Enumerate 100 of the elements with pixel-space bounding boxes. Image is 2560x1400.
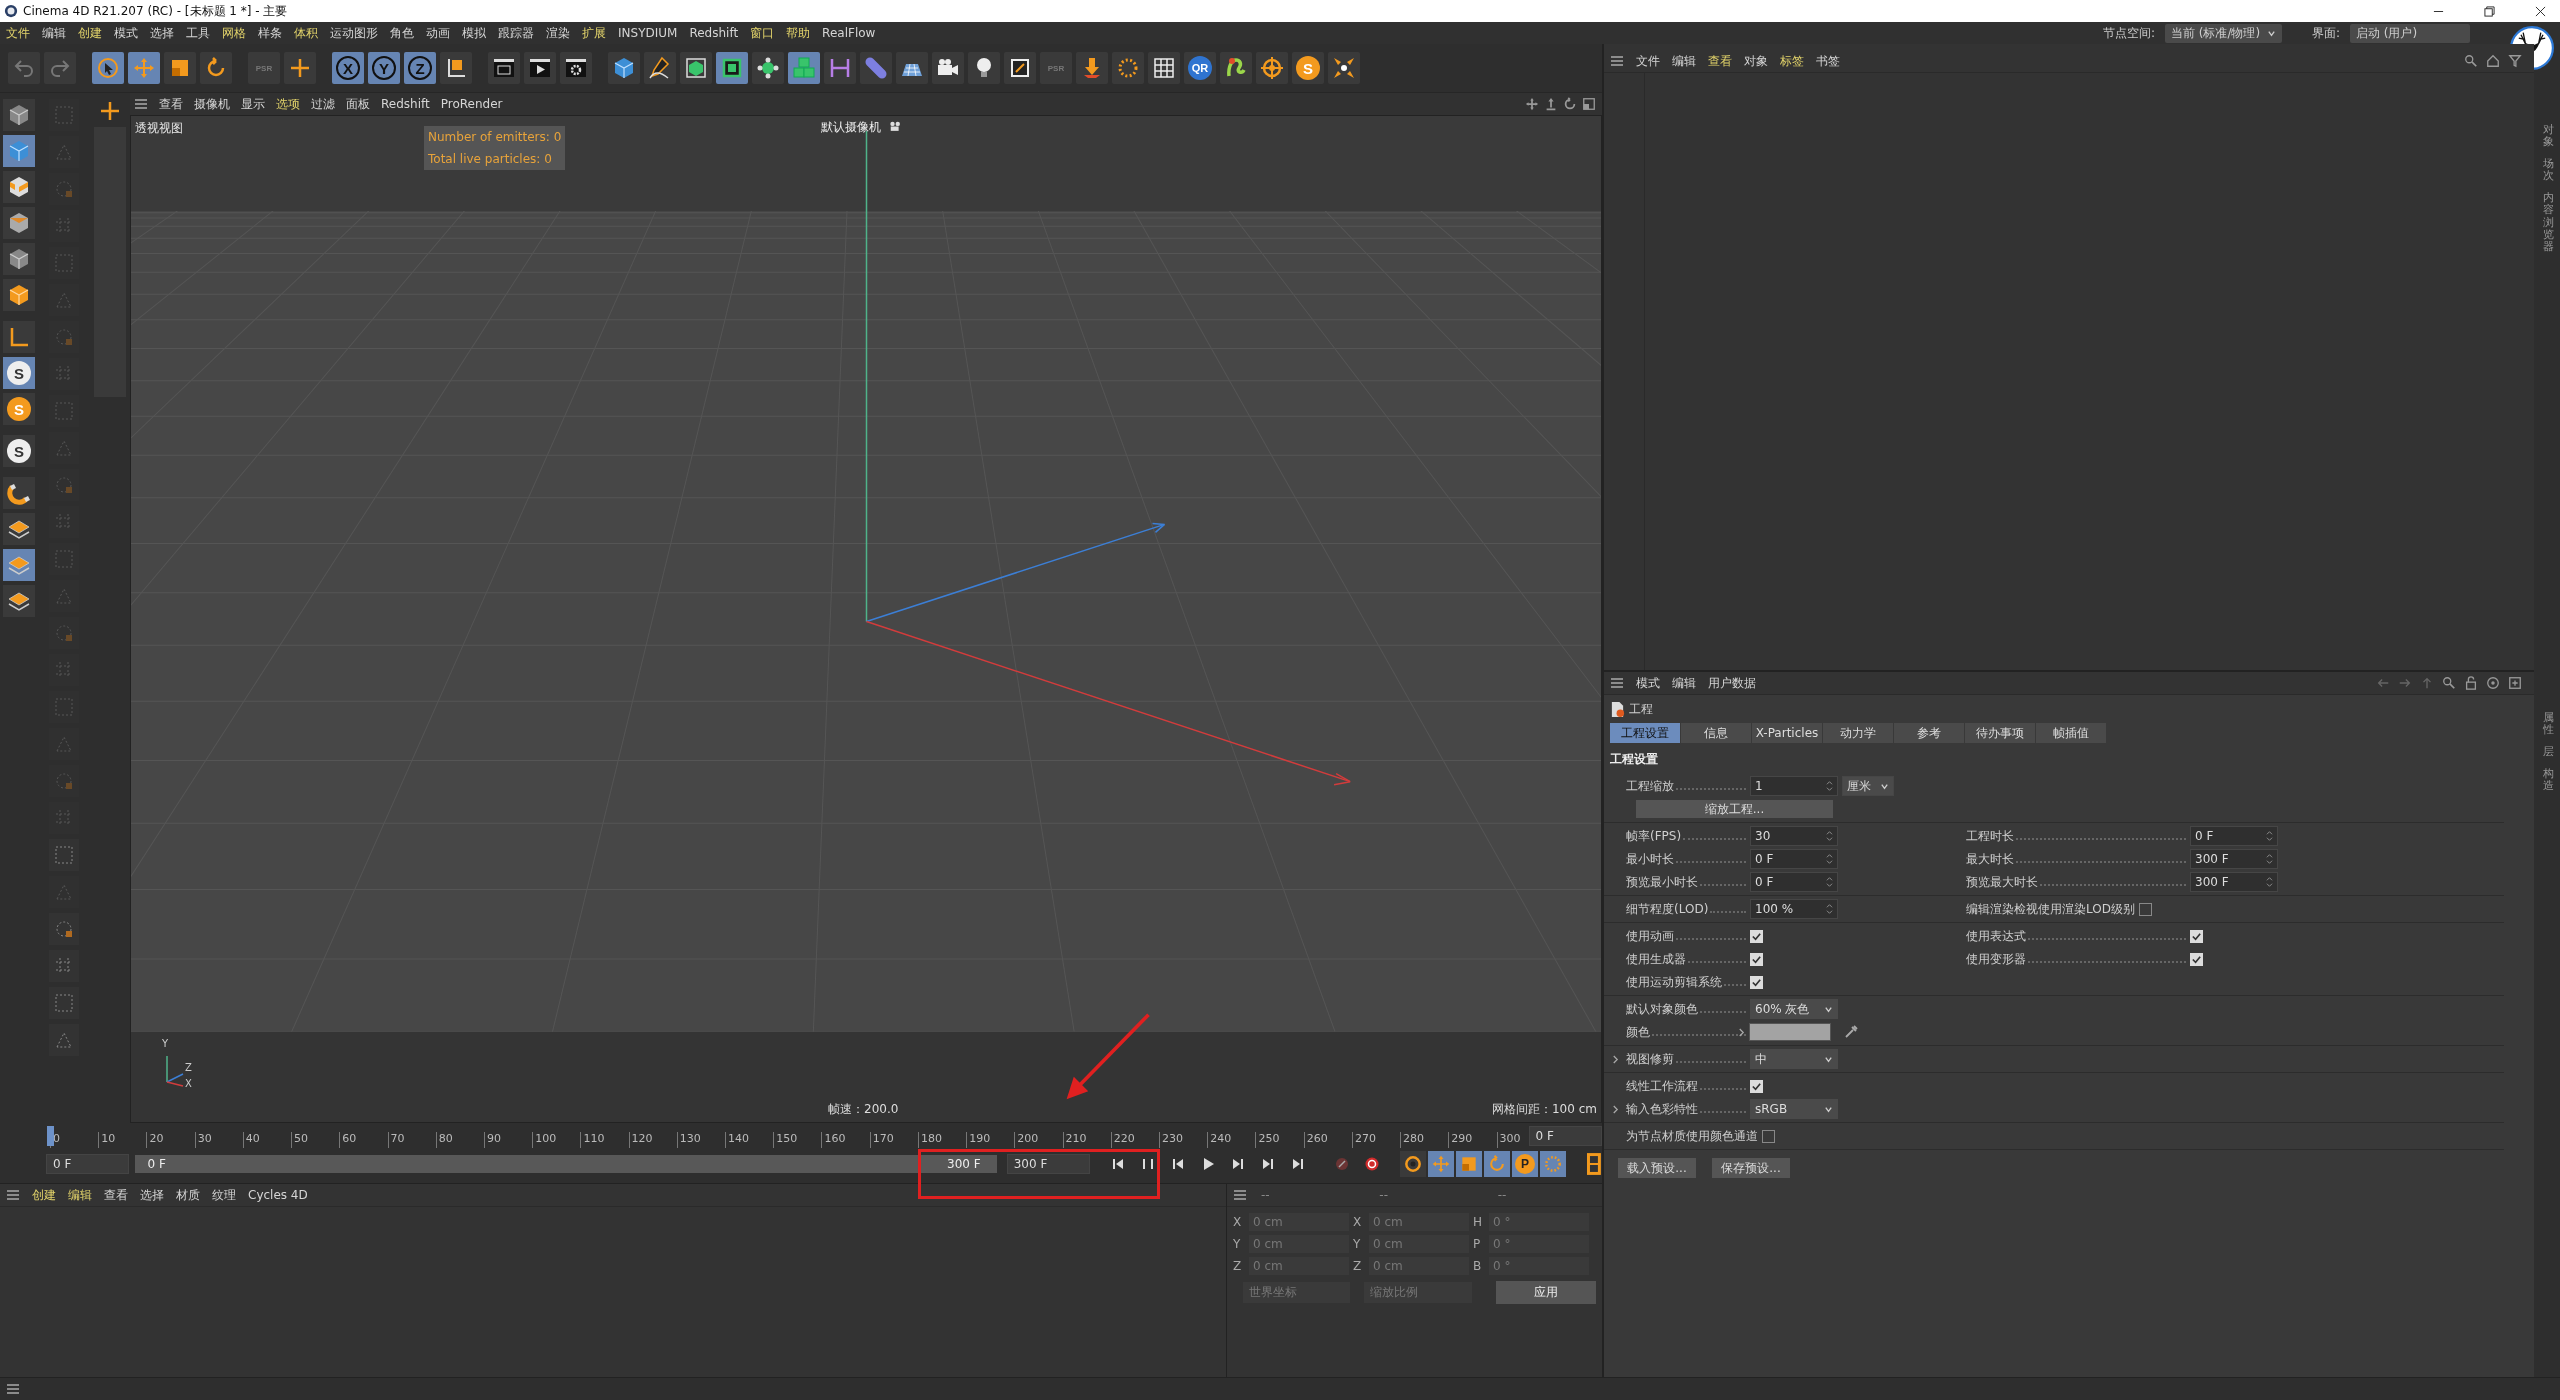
menu-item[interactable]: RealFlow xyxy=(822,26,876,40)
node-space-dropdown[interactable]: 当前 (标准/物理) xyxy=(2164,23,2282,43)
tab[interactable]: 待办事项 xyxy=(1965,723,2035,743)
menu-item[interactable]: Redshift xyxy=(689,26,739,40)
menu-item[interactable]: 标签 xyxy=(1780,52,1804,70)
menu-item[interactable]: 窗口 xyxy=(750,24,775,42)
side-tab[interactable]: 场次 xyxy=(2542,158,2554,183)
toolbar-button[interactable]: Z xyxy=(404,52,436,84)
side-tab[interactable]: 构造 xyxy=(2542,768,2554,793)
tab[interactable]: 工程设置 xyxy=(1610,723,1680,743)
tool-button[interactable] xyxy=(3,171,35,203)
film-strip-icon[interactable] xyxy=(1586,1152,1602,1176)
toolbar-button[interactable] xyxy=(1004,52,1036,84)
preset-button[interactable]: 保存预设... xyxy=(1712,1158,1790,1178)
menu-icon[interactable] xyxy=(6,1383,20,1395)
menu-item[interactable]: 扩展 xyxy=(582,24,606,42)
target-icon[interactable] xyxy=(2486,676,2500,690)
color-swatch[interactable] xyxy=(1749,1023,1831,1041)
menu-item[interactable]: 选项 xyxy=(276,95,300,113)
tool-button[interactable] xyxy=(3,321,35,353)
tab[interactable]: 动力学 xyxy=(1823,723,1893,743)
menu-item[interactable]: 书签 xyxy=(1816,52,1840,70)
number-field[interactable]: 100 % xyxy=(1750,899,1838,919)
menu-item[interactable]: Cycles 4D xyxy=(248,1188,308,1202)
menu-item[interactable]: 面板 xyxy=(346,95,370,113)
menu-item[interactable]: 查看 xyxy=(1708,52,1732,70)
move-icon[interactable] xyxy=(1525,97,1539,111)
plus-icon[interactable] xyxy=(98,99,122,123)
menu-icon[interactable] xyxy=(1610,55,1624,67)
tool-button[interactable] xyxy=(3,207,35,239)
toolbar-button[interactable]: X xyxy=(332,52,364,84)
toolbar-button[interactable] xyxy=(752,52,784,84)
menu-item[interactable]: 文件 xyxy=(1636,52,1660,70)
menu-item[interactable]: 对象 xyxy=(1744,52,1768,70)
menu-icon[interactable] xyxy=(1610,677,1624,689)
menu-item[interactable]: INSYDIUM xyxy=(618,26,678,40)
start-frame-field[interactable]: 0 F xyxy=(46,1154,130,1174)
menu-item[interactable]: 工具 xyxy=(186,24,210,42)
menu-item[interactable]: 编辑 xyxy=(68,1186,92,1204)
lock-icon[interactable] xyxy=(2464,676,2478,690)
filter-icon[interactable] xyxy=(2508,54,2522,68)
menu-item[interactable]: Redshift xyxy=(381,97,430,111)
menu-item[interactable]: 选择 xyxy=(150,24,174,42)
eyedropper-icon[interactable] xyxy=(1843,1024,1859,1040)
current-frame-field[interactable]: 0 F xyxy=(1528,1126,1602,1146)
number-field[interactable]: 0 F xyxy=(1750,849,1838,869)
menu-item[interactable]: 创建 xyxy=(78,24,102,42)
menu-item[interactable]: 体积 xyxy=(294,24,318,42)
toolbar-button[interactable] xyxy=(92,52,124,84)
menu-item[interactable]: 选择 xyxy=(140,1186,164,1204)
number-field[interactable]: 300 F xyxy=(2190,872,2278,892)
spinner-arrows-icon[interactable] xyxy=(1826,903,1833,915)
side-tab[interactable]: 层 xyxy=(2542,746,2554,759)
spinner-arrows-icon[interactable] xyxy=(2266,830,2273,842)
menu-item[interactable]: 创建 xyxy=(32,1186,56,1204)
checkbox[interactable] xyxy=(1762,1129,1775,1143)
toolbar-button[interactable] xyxy=(488,52,520,84)
end-frame-field[interactable]: 300 F xyxy=(1006,1154,1091,1174)
menu-item[interactable]: 编辑 xyxy=(1672,52,1696,70)
menu-item[interactable]: 角色 xyxy=(390,24,414,42)
tab[interactable]: X-Particles xyxy=(1752,723,1822,743)
toolbar-button[interactable] xyxy=(440,52,472,84)
key-button[interactable]: P xyxy=(1512,1151,1539,1177)
restore-icon[interactable] xyxy=(2484,5,2495,17)
menu-item[interactable]: 模式 xyxy=(114,24,138,42)
menu-item[interactable]: 编辑 xyxy=(1672,674,1696,692)
menu-item[interactable]: 帮助 xyxy=(786,24,811,42)
toolbar-button[interactable] xyxy=(644,52,676,84)
menu-icon[interactable] xyxy=(6,1189,20,1201)
spinner-arrows-icon[interactable] xyxy=(1826,780,1833,792)
range-slider[interactable]: 0 F 300 F xyxy=(135,1155,997,1173)
spinner-arrows-icon[interactable] xyxy=(2266,853,2273,865)
number-field[interactable]: 0 F xyxy=(2190,826,2278,846)
tool-button[interactable] xyxy=(3,585,35,617)
tab[interactable]: 帧插值 xyxy=(2036,723,2106,743)
layout-dropdown[interactable]: 启动 (用户) xyxy=(2350,23,2470,43)
menu-icon[interactable] xyxy=(134,98,148,110)
menu-item[interactable]: 模式 xyxy=(1636,674,1660,692)
menu-item[interactable]: 查看 xyxy=(104,1186,128,1204)
unit-dropdown[interactable]: 厘米 xyxy=(1842,776,1894,796)
tool-button[interactable] xyxy=(3,99,35,131)
tool-button[interactable] xyxy=(3,279,35,311)
close-icon[interactable] xyxy=(2535,5,2546,17)
number-field[interactable]: 300 F xyxy=(2190,849,2278,869)
tab[interactable]: 参考 xyxy=(1894,723,1964,743)
toolbar-button[interactable] xyxy=(524,52,556,84)
dropdown[interactable]: 中 xyxy=(1750,1049,1838,1069)
toolbar-button[interactable] xyxy=(932,52,964,84)
spinner-arrows-icon[interactable] xyxy=(1826,876,1833,888)
search-icon[interactable] xyxy=(2442,676,2456,690)
dropdown[interactable]: 60% 灰色 xyxy=(1750,999,1838,1019)
preset-button[interactable]: 载入预设... xyxy=(1618,1158,1696,1178)
menu-item[interactable]: 纹理 xyxy=(212,1186,236,1204)
number-field[interactable]: 30 xyxy=(1750,826,1838,846)
toolbar-button[interactable] xyxy=(1328,52,1360,84)
menu-item[interactable]: 跟踪器 xyxy=(498,24,534,42)
toolbar-button[interactable] xyxy=(608,52,640,84)
menu-item[interactable]: ProRender xyxy=(440,97,503,111)
auto-key-icon[interactable] xyxy=(1364,1156,1381,1172)
menu-item[interactable]: 模拟 xyxy=(462,24,486,42)
